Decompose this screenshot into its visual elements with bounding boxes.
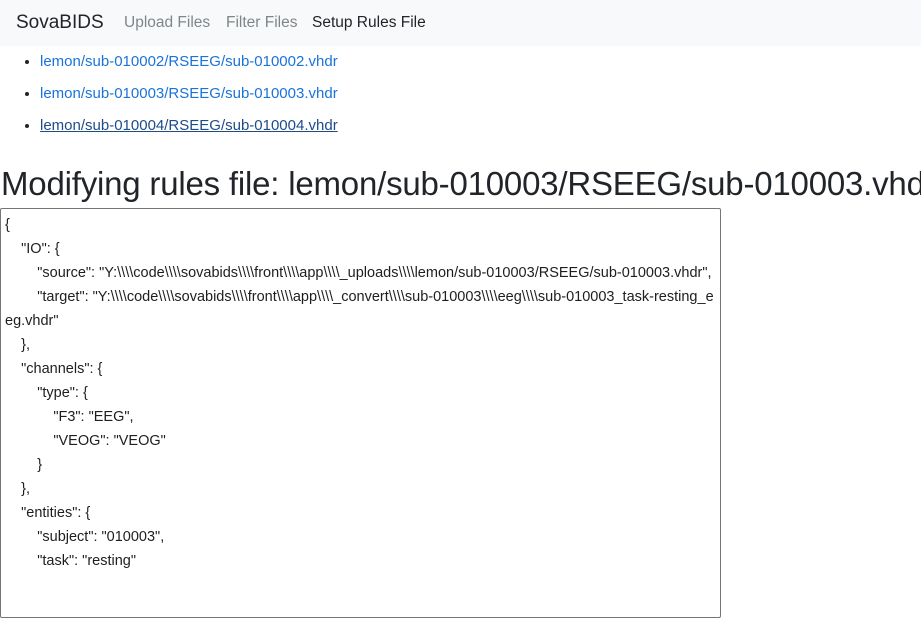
nav-setup-rules-file[interactable]: Setup Rules File xyxy=(312,14,426,32)
nav-filter-files[interactable]: Filter Files xyxy=(226,14,297,32)
file-link[interactable]: lemon/sub-010004/RSEEG/sub-010004.vhdr xyxy=(40,117,338,134)
file-link[interactable]: lemon/sub-010002/RSEEG/sub-010002.vhdr xyxy=(40,53,338,70)
navbar: SovaBIDS Upload Files Filter Files Setup… xyxy=(0,0,921,46)
rules-file-editor[interactable]: { "IO": { "source": "Y:\\\\code\\\\sovab… xyxy=(0,208,721,618)
list-item: lemon/sub-010004/RSEEG/sub-010004.vhdr xyxy=(40,114,338,146)
page-title: Modifying rules file: lemon/sub-010003/R… xyxy=(1,165,921,202)
nav-upload-files[interactable]: Upload Files xyxy=(124,14,210,32)
file-link[interactable]: lemon/sub-010003/RSEEG/sub-010003.vhdr xyxy=(40,85,338,102)
file-list: lemon/sub-010002/RSEEG/sub-010002.vhdr l… xyxy=(0,50,338,146)
list-item: lemon/sub-010002/RSEEG/sub-010002.vhdr xyxy=(40,50,338,82)
brand-link[interactable]: SovaBIDS xyxy=(16,12,104,34)
list-item: lemon/sub-010003/RSEEG/sub-010003.vhdr xyxy=(40,82,338,114)
rules-json-text[interactable]: { "IO": { "source": "Y:\\\\code\\\\sovab… xyxy=(1,209,720,573)
